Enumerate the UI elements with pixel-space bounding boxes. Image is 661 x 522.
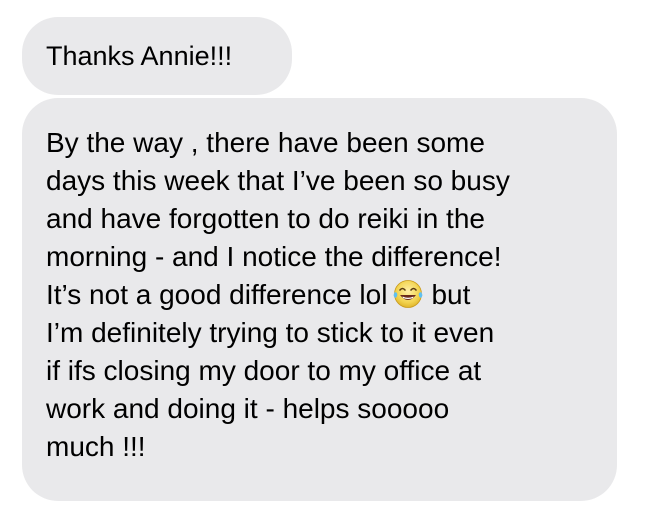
- message-line: days this week that I’ve been so busy: [46, 165, 510, 196]
- message-line: By the way , there have been some: [46, 127, 485, 158]
- message-bubble[interactable]: Thanks Annie!!!: [22, 17, 292, 95]
- message-line: morning - and I notice the difference!: [46, 241, 502, 272]
- message-line: if ifs closing my door to my office at: [46, 355, 482, 386]
- message-text: By the way , there have been some days t…: [46, 124, 606, 466]
- message-line: work and doing it - helps sooooo: [46, 393, 450, 424]
- message-thread: Thanks Annie!!! By the way , there have …: [0, 0, 661, 522]
- face-with-tears-of-joy-icon: [391, 278, 425, 310]
- message-line-part: but: [431, 279, 471, 310]
- message-line: much !!!: [46, 431, 146, 462]
- message-line: and have forgotten to do reiki in the: [46, 203, 485, 234]
- message-text: Thanks Annie!!!: [46, 41, 233, 71]
- message-bubble[interactable]: By the way , there have been some days t…: [22, 98, 617, 501]
- message-line: I’m definitely trying to stick to it eve…: [46, 317, 495, 348]
- message-line-with-emoji: It’s not a good difference lol but: [46, 276, 606, 314]
- message-line-part: It’s not a good difference lol: [46, 279, 388, 310]
